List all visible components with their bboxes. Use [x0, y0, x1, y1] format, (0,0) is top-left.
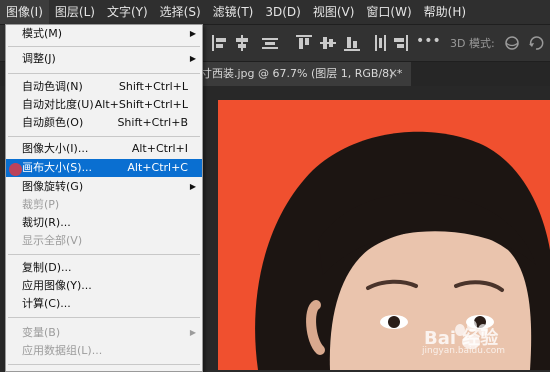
- menu-item-image-rotation[interactable]: 图像旋转(G) ▶: [6, 178, 202, 196]
- menu-item-label: 应用图像(Y)...: [22, 279, 92, 292]
- menu-item-reveal-all: 显示全部(V): [6, 232, 202, 250]
- distribute-icon[interactable]: [262, 35, 278, 51]
- menu-item-label: 裁切(R)...: [22, 216, 71, 229]
- menu-item-shortcut: Shift+Ctrl+L: [118, 80, 188, 93]
- menu-item-label: 应用数据组(L)...: [22, 344, 103, 357]
- menu-item-duplicate[interactable]: 复制(D)...: [6, 259, 202, 277]
- menu-select[interactable]: 选择(S): [154, 0, 207, 24]
- align-center-icon[interactable]: [234, 35, 250, 51]
- menu-item-variables: 变量(B) ▶: [6, 324, 202, 342]
- menu-separator: [8, 364, 200, 365]
- menu-window[interactable]: 窗口(W): [360, 0, 417, 24]
- menu-view[interactable]: 视图(V): [307, 0, 361, 24]
- distribute-vertical-icon[interactable]: [372, 35, 388, 51]
- menu-item-calculations[interactable]: 计算(C)...: [6, 295, 202, 313]
- menu-item-adjustments[interactable]: 调整(J) ▶: [6, 50, 202, 68]
- menu-item-shortcut: Alt+Ctrl+C: [127, 161, 188, 174]
- menu-item-shortcut: Shift+Ctrl+B: [117, 116, 188, 129]
- menu-item-label: 图像旋转(G): [22, 180, 84, 193]
- menu-item-label: 图像大小(I)...: [22, 142, 89, 155]
- menu-item-label: 自动对比度(U): [22, 98, 94, 111]
- menu-item-trim[interactable]: 裁切(R)...: [6, 214, 202, 232]
- align-left-icon[interactable]: [212, 35, 228, 51]
- close-tab-icon[interactable]: ×: [388, 66, 398, 80]
- watermark-url: jingyan.baidu.com: [422, 346, 506, 356]
- menu-item-label: 裁剪(P): [22, 198, 60, 211]
- rotate-3d-icon[interactable]: [528, 35, 544, 51]
- menu-separator: [8, 46, 200, 47]
- menu-separator: [8, 254, 200, 255]
- submenu-arrow-icon: ▶: [189, 54, 196, 63]
- menu-item-apply-image[interactable]: 应用图像(Y)...: [6, 277, 202, 295]
- menu-item-image-size[interactable]: 图像大小(I)... Alt+Ctrl+I: [6, 140, 202, 158]
- menu-item-label: 自动色调(N): [22, 80, 83, 93]
- menu-filter[interactable]: 滤镜(T): [207, 0, 260, 24]
- align-middle-icon[interactable]: [320, 35, 336, 51]
- menu-item-label: 计算(C)...: [22, 297, 71, 310]
- menu-separator: [8, 136, 200, 137]
- menu-item-label: 模式(M): [22, 27, 63, 40]
- orbit-3d-icon[interactable]: [504, 35, 520, 51]
- menu-item-auto-tone[interactable]: 自动色调(N) Shift+Ctrl+L: [6, 78, 202, 96]
- align-bottom-icon[interactable]: [344, 35, 360, 51]
- menu-item-canvas-size[interactable]: 画布大小(S)... Alt+Ctrl+C: [6, 159, 202, 177]
- menu-image[interactable]: 图像(I): [0, 0, 49, 24]
- menu-3d[interactable]: 3D(D): [259, 0, 306, 24]
- menu-bar: 图像(I) 图层(L) 文字(Y) 选择(S) 滤镜(T) 3D(D) 视图(V…: [0, 0, 550, 25]
- align-right-icon[interactable]: [392, 35, 408, 51]
- document-tab[interactable]: 寸西装.jpg @ 67.7% (图层 1, RGB/8) *: [195, 62, 411, 86]
- menu-item-label: 自动颜色(O): [22, 116, 84, 129]
- menu-item-auto-color[interactable]: 自动颜色(O) Shift+Ctrl+B: [6, 114, 202, 132]
- menu-item-auto-contrast[interactable]: 自动对比度(U) Alt+Shift+Ctrl+L: [6, 96, 202, 114]
- submenu-arrow-icon: ▶: [189, 182, 196, 191]
- menu-help[interactable]: 帮助(H): [418, 0, 472, 24]
- image-dropdown-menu: 模式(M) ▶ 调整(J) ▶ 自动色调(N) Shift+Ctrl+L 自动对…: [5, 24, 203, 372]
- menu-separator: [8, 73, 200, 74]
- menu-type[interactable]: 文字(Y): [101, 0, 154, 24]
- menu-item-apply-data-set: 应用数据组(L)...: [6, 342, 202, 360]
- mouse-cursor-indicator: [9, 163, 22, 176]
- menu-item-label: 复制(D)...: [22, 261, 72, 274]
- 3d-mode-label: 3D 模式:: [450, 37, 495, 50]
- menu-item-label: 显示全部(V): [22, 234, 83, 247]
- submenu-arrow-icon: ▶: [189, 29, 196, 38]
- watermark: Bai 经验 jingyan.baidu.com: [420, 312, 550, 360]
- menu-item-shortcut: Alt+Shift+Ctrl+L: [94, 98, 188, 111]
- menu-item-label: 调整(J): [22, 52, 56, 65]
- document-tab-title: 寸西装.jpg @ 67.7% (图层 1, RGB/8) *: [201, 67, 403, 80]
- more-options-icon[interactable]: •••: [416, 34, 441, 51]
- align-top-icon[interactable]: [296, 35, 312, 51]
- menu-layer[interactable]: 图层(L): [49, 0, 101, 24]
- menu-item-label: 画布大小(S)...: [22, 161, 93, 174]
- submenu-arrow-icon: ▶: [189, 328, 196, 337]
- menu-separator: [8, 317, 200, 318]
- menu-item-label: 变量(B): [22, 326, 61, 339]
- menu-item-mode[interactable]: 模式(M) ▶: [6, 25, 202, 43]
- menu-item-crop: 裁剪(P): [6, 196, 202, 214]
- menu-item-shortcut: Alt+Ctrl+I: [131, 142, 188, 155]
